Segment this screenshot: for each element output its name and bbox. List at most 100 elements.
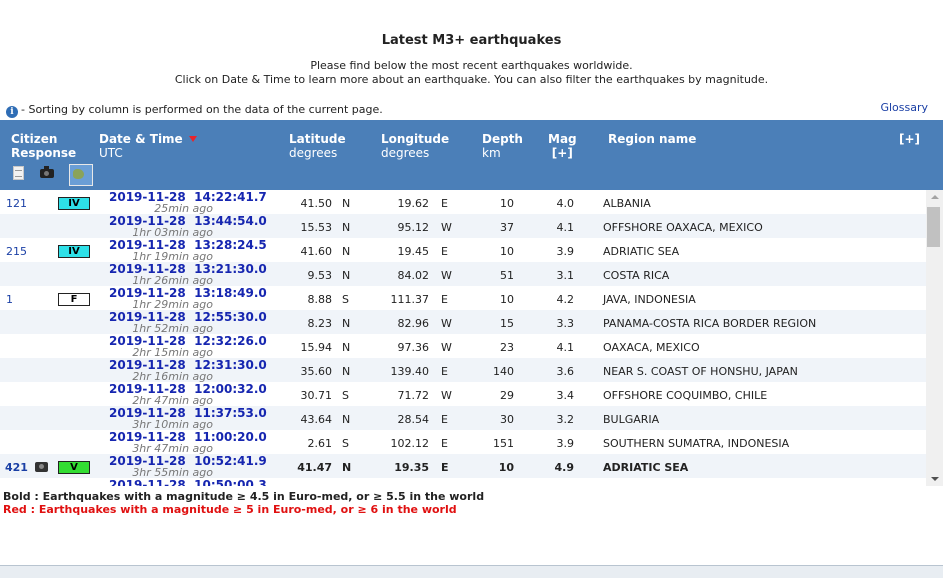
latitude-hemisphere: S [342,389,349,402]
scrollbar-thumb[interactable] [927,207,940,247]
intensity-badge[interactable]: IV [58,197,90,210]
latitude-value: 35.60 [300,365,333,378]
info-icon[interactable]: i [6,106,18,118]
sorting-note: i- Sorting by column is performed on the… [6,103,383,118]
citizen-response-count[interactable]: 421 [5,461,28,474]
document-icon[interactable] [13,166,24,180]
longitude-value: 71.72 [397,389,430,402]
time-ago: 1hr 29min ago [132,298,213,311]
magnitude-value: 3.2 [556,413,575,426]
table-row[interactable]: 2019-11-28 13:44:54.0 1hr 03min ago 15.53 N… [0,214,926,238]
latitude-hemisphere: N [342,221,351,234]
citizen-response-count[interactable]: 215 [6,245,27,258]
magnitude-value: 4.2 [556,293,575,306]
citizen-response-header[interactable]: Citizen Response [11,132,76,160]
longitude-header[interactable]: Longitude degrees [381,132,449,160]
magnitude-value: 4.1 [556,341,575,354]
sort-desc-icon [188,136,197,142]
magnitude-value: 4.1 [556,221,575,234]
depth-header[interactable]: Depth km [482,132,523,160]
region-name: OFFSHORE OAXACA, MEXICO [603,221,763,234]
longitude-hemisphere: W [441,389,452,402]
table-row[interactable]: 2019-11-28 13:21:30.0 1hr 26min ago 9.53 N 8… [0,262,926,286]
citizen-response-count[interactable]: 121 [6,197,27,210]
table-row[interactable]: 215 IV 2019-11-28 13:28:24.5 1hr 19min ago 4… [0,238,926,262]
scroll-up-arrow-icon[interactable] [931,195,939,199]
longitude-value: 84.02 [397,269,430,282]
latitude-hemisphere: N [342,245,351,258]
time-ago: 3hr 10min ago [132,418,213,431]
mag-header[interactable]: Mag [+] [548,132,577,160]
intensity-badge[interactable]: V [58,461,90,474]
intensity-badge[interactable]: IV [58,245,90,258]
longitude-hemisphere: W [441,269,452,282]
datetime-header[interactable]: Date & Time UTC [99,132,197,160]
magnitude-value: 3.3 [556,317,575,330]
latitude-hemisphere: N [342,269,351,282]
bottom-bar [0,565,943,578]
table-row[interactable]: 2019-11-28 12:31:30.0 2hr 16min ago 35.60 N… [0,358,926,382]
region-name: PANAMA-COSTA RICA BORDER REGION [603,317,817,330]
region-name: NEAR S. COAST OF HONSHU, JAPAN [603,365,798,378]
longitude-value: 19.35 [394,461,429,474]
longitude-value: 28.54 [397,413,430,426]
table-row[interactable]: 121 IV 2019-11-28 14:22:41.7 25min ago 41.50… [0,190,926,214]
latitude-value: 9.53 [307,269,333,282]
intensity-badge[interactable]: F [58,293,90,306]
scrollbar[interactable] [926,190,943,486]
region-header[interactable]: Region name [608,132,696,146]
region-name: BULGARIA [603,413,660,426]
latitude-value: 41.50 [300,197,333,210]
longitude-hemisphere: E [441,461,449,474]
latitude-value: 15.53 [300,221,333,234]
region-name: ADRIATIC SEA [603,461,689,474]
depth-value: 23 [500,341,514,354]
longitude-hemisphere: W [441,341,452,354]
depth-value: 37 [500,221,514,234]
table-row[interactable]: 2019-11-28 11:37:53.0 3hr 10min ago 43.64 N… [0,406,926,430]
camera-icon[interactable] [40,166,54,178]
depth-value: 10 [500,197,514,210]
region-name: JAVA, INDONESIA [603,293,696,306]
table-row[interactable]: 2019-11-28 12:55:30.0 1hr 52min ago 8.23 N 8… [0,310,926,334]
longitude-value: 111.37 [390,293,430,306]
depth-value: 29 [500,389,514,402]
magnitude-value: 4.0 [556,197,575,210]
glossary-link[interactable]: Glossary [880,101,928,114]
table-row[interactable]: 421 V 2019-11-28 10:52:41.9 3hr 55min ago 41… [0,454,926,478]
magnitude-value: 3.9 [556,245,575,258]
magnitude-value: 3.9 [556,437,575,450]
mag-filter-toggle[interactable]: [+] [552,146,573,160]
table-row[interactable]: 2019-11-28 10:50:00.3 [0,478,926,486]
table-row[interactable]: 1 F 2019-11-28 13:18:49.0 1hr 29min ago 8.88… [0,286,926,310]
event-datetime-link[interactable]: 2019-11-28 10:50:00.3 [109,479,267,486]
time-ago: 3hr 55min ago [132,466,213,479]
time-ago: 1hr 03min ago [132,226,213,239]
longitude-value: 102.12 [390,437,430,450]
depth-value: 51 [500,269,514,282]
region-name: COSTA RICA [603,269,670,282]
citizen-response-count[interactable]: 1 [6,293,13,306]
time-ago: 2hr 16min ago [132,370,213,383]
magnitude-value: 3.6 [556,365,575,378]
latitude-value: 41.47 [297,461,332,474]
scroll-down-arrow-icon[interactable] [931,477,939,481]
table-row[interactable]: 2019-11-28 12:00:32.0 2hr 47min ago 30.71 S… [0,382,926,406]
longitude-hemisphere: E [441,365,448,378]
camera-icon[interactable] [35,462,48,472]
longitude-value: 97.36 [397,341,430,354]
table-row[interactable]: 2019-11-28 11:00:20.0 3hr 47min ago 2.61 S 1… [0,430,926,454]
region-name: ADRIATIC SEA [603,245,680,258]
latitude-header[interactable]: Latitude degrees [289,132,346,160]
latitude-hemisphere: N [342,365,351,378]
map-icon[interactable] [69,164,93,186]
expand-columns-button[interactable]: [+] [899,132,920,146]
time-ago: 1hr 52min ago [132,322,213,335]
latitude-value: 30.71 [300,389,333,402]
table-row[interactable]: 2019-11-28 12:32:26.0 2hr 15min ago 15.94 N… [0,334,926,358]
longitude-hemisphere: E [441,245,448,258]
time-ago: 1hr 19min ago [132,250,213,263]
depth-value: 10 [500,245,514,258]
intro-text: Please find below the most recent earthq… [0,59,943,87]
intro-line-2: Click on Date & Time to learn more about… [174,73,769,86]
